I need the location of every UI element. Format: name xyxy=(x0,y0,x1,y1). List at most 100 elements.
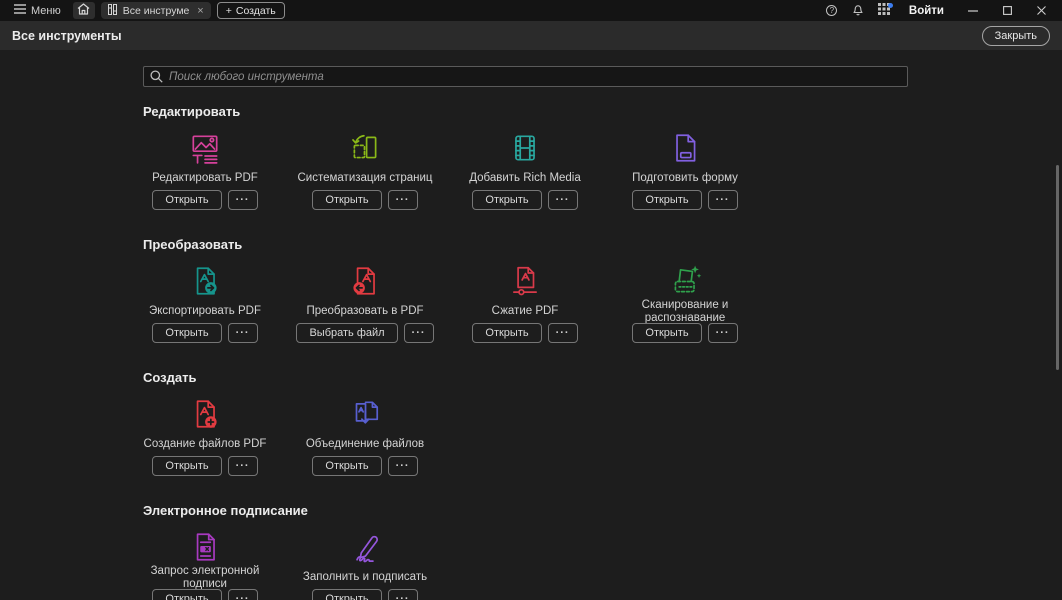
apps-button[interactable] xyxy=(873,2,895,19)
tool-actions: Выбрать файл ··· xyxy=(296,323,433,343)
tool-card: Систематизация страниц Открыть ··· xyxy=(285,131,445,210)
tool-label: Заполнить и подписать xyxy=(303,566,427,589)
tool-section: Редактировать Редактировать PDF Открыть … xyxy=(125,105,1052,210)
more-options-button[interactable]: ··· xyxy=(548,190,578,210)
fill-sign-icon xyxy=(348,530,382,564)
tool-label: Запрос электронной подписи xyxy=(130,566,280,589)
tool-label: Добавить Rich Media xyxy=(469,167,581,190)
tool-card: Создание файлов PDF Открыть ··· xyxy=(125,397,285,476)
notification-badge xyxy=(888,3,893,8)
bell-icon xyxy=(852,3,864,19)
open-button[interactable]: Открыть xyxy=(472,190,541,210)
more-options-button[interactable]: ··· xyxy=(228,589,258,600)
titlebar-left: Меню Все инструмен... × + Создать xyxy=(0,2,285,19)
open-button[interactable]: Открыть xyxy=(152,456,221,476)
section-title: Создать xyxy=(143,371,1052,385)
compress-pdf-icon xyxy=(508,264,542,298)
tool-label: Преобразовать в PDF xyxy=(306,300,423,323)
tool-label: Сжатие PDF xyxy=(492,300,559,323)
tools-area: Редактировать Редактировать PDF Открыть … xyxy=(125,105,1052,600)
open-button[interactable]: Открыть xyxy=(472,323,541,343)
close-window-button[interactable] xyxy=(1026,0,1056,21)
tool-label: Редактировать PDF xyxy=(152,167,258,190)
home-button[interactable] xyxy=(73,2,95,19)
search-input[interactable] xyxy=(143,66,908,87)
more-options-button[interactable]: ··· xyxy=(228,456,258,476)
tab-close-icon[interactable]: × xyxy=(195,5,203,17)
tool-actions: Открыть ··· xyxy=(312,190,417,210)
more-options-button[interactable]: ··· xyxy=(388,589,418,600)
tool-label: Подготовить форму xyxy=(632,167,738,190)
tool-section: Создать Создание файлов PDF Открыть ··· … xyxy=(125,371,1052,476)
tool-card: Экспортировать PDF Открыть ··· xyxy=(125,264,285,343)
tool-actions: Открыть ··· xyxy=(472,190,577,210)
open-button[interactable]: Открыть xyxy=(632,323,701,343)
export-pdf-icon xyxy=(188,264,222,298)
tool-actions: Открыть ··· xyxy=(152,589,257,600)
maximize-button[interactable] xyxy=(992,0,1022,21)
close-all-tools-button[interactable]: Закрыть xyxy=(982,26,1050,46)
section-title: Электронное подписание xyxy=(143,504,1052,518)
tool-row: Экспортировать PDF Открыть ··· Преобразо… xyxy=(125,264,1052,343)
help-button[interactable]: ? xyxy=(821,2,843,19)
more-options-button[interactable]: ··· xyxy=(708,323,738,343)
open-button[interactable]: Открыть xyxy=(152,190,221,210)
open-button[interactable]: Открыть xyxy=(312,190,381,210)
open-button[interactable]: Выбрать файл xyxy=(296,323,397,343)
tool-label: Систематизация страниц xyxy=(297,167,432,190)
more-options-button[interactable]: ··· xyxy=(228,190,258,210)
tool-card: Запрос электронной подписи Открыть ··· xyxy=(125,530,285,600)
page-header: Все инструменты Закрыть xyxy=(0,21,1062,50)
prepare-form-icon xyxy=(668,131,702,165)
tool-row: Редактировать PDF Открыть ··· Систематиз… xyxy=(125,131,1052,210)
open-button[interactable]: Открыть xyxy=(312,589,381,600)
combine-files-icon xyxy=(348,397,382,431)
create-pdf-icon xyxy=(188,397,222,431)
create-tab-button[interactable]: + Создать xyxy=(217,2,285,19)
tool-actions: Открыть ··· xyxy=(472,323,577,343)
menu-label: Меню xyxy=(31,5,61,17)
tool-actions: Открыть ··· xyxy=(312,456,417,476)
edit-pdf-icon xyxy=(188,131,222,165)
page-title: Все инструменты xyxy=(12,29,122,43)
search-bar xyxy=(143,66,908,87)
request-signature-icon xyxy=(188,530,222,564)
tool-row: Запрос электронной подписи Открыть ··· З… xyxy=(125,530,1052,600)
signin-button[interactable]: Войти xyxy=(899,5,954,17)
section-title: Редактировать xyxy=(143,105,1052,119)
all-tools-content: Редактировать Редактировать PDF Открыть … xyxy=(0,50,1062,600)
more-options-button[interactable]: ··· xyxy=(708,190,738,210)
more-options-button[interactable]: ··· xyxy=(388,456,418,476)
notifications-button[interactable] xyxy=(847,2,869,19)
vertical-scrollbar-thumb[interactable] xyxy=(1056,165,1059,370)
more-options-button[interactable]: ··· xyxy=(404,323,434,343)
tool-card: Преобразовать в PDF Выбрать файл ··· xyxy=(285,264,445,343)
help-icon: ? xyxy=(826,5,837,16)
more-options-button[interactable]: ··· xyxy=(228,323,258,343)
open-button[interactable]: Открыть xyxy=(152,323,221,343)
tool-card: Сканирование и распознавание Открыть ··· xyxy=(605,264,765,343)
convert-to-pdf-icon xyxy=(348,264,382,298)
tool-actions: Открыть ··· xyxy=(632,190,737,210)
titlebar-right: ? Войти xyxy=(821,0,1062,21)
tools-grid-icon xyxy=(108,4,117,18)
open-button[interactable]: Открыть xyxy=(632,190,701,210)
menu-button[interactable]: Меню xyxy=(8,2,67,19)
minimize-button[interactable] xyxy=(958,0,988,21)
open-button[interactable]: Открыть xyxy=(312,456,381,476)
acrobat-window: Меню Все инструмен... × + Создать ? xyxy=(0,0,1062,600)
tool-section: Преобразовать Экспортировать PDF Открыть… xyxy=(125,238,1052,343)
section-title: Преобразовать xyxy=(143,238,1052,252)
more-options-button[interactable]: ··· xyxy=(548,323,578,343)
tab-all-tools[interactable]: Все инструмен... × xyxy=(101,2,211,19)
tool-actions: Открыть ··· xyxy=(312,589,417,600)
create-label: Создать xyxy=(236,5,276,17)
more-options-button[interactable]: ··· xyxy=(388,190,418,210)
open-button[interactable]: Открыть xyxy=(152,589,221,600)
tool-card: Подготовить форму Открыть ··· xyxy=(605,131,765,210)
titlebar: Меню Все инструмен... × + Создать ? xyxy=(0,0,1062,21)
tool-card: Редактировать PDF Открыть ··· xyxy=(125,131,285,210)
tool-label: Сканирование и распознавание xyxy=(610,300,760,323)
plus-icon: + xyxy=(226,5,232,17)
tool-card: Добавить Rich Media Открыть ··· xyxy=(445,131,605,210)
